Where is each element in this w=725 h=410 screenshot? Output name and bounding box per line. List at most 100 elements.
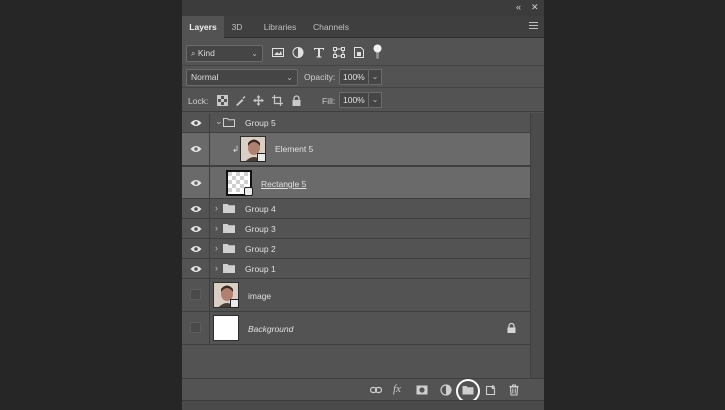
layer-name[interactable]: Group 4 (245, 204, 276, 214)
shape-layer-badge-icon (244, 187, 253, 196)
folder-icon (223, 264, 235, 273)
collapse-panel-button[interactable]: « (516, 2, 521, 12)
chevron-right-icon[interactable]: › (215, 263, 218, 273)
eye-icon (190, 225, 202, 232)
lock-position-icon[interactable] (253, 95, 264, 106)
adjustment-filter-icon[interactable] (292, 47, 304, 58)
chevron-right-icon[interactable]: › (215, 223, 218, 233)
eye-icon (190, 265, 202, 272)
shape-filter-icon[interactable] (333, 47, 345, 58)
layer-row[interactable]: ↲ Element 5 (182, 133, 530, 166)
layers-scrollbar[interactable] (530, 113, 544, 378)
chevron-down-icon[interactable]: ⌄ (215, 116, 223, 127)
visibility-toggle[interactable] (182, 199, 210, 218)
layer-name[interactable]: Group 2 (245, 244, 276, 254)
smart-object-badge-icon (257, 153, 266, 162)
lock-label: Lock: (188, 96, 209, 106)
eye-icon (190, 179, 202, 186)
lock-icon[interactable] (507, 323, 516, 333)
visibility-toggle[interactable] (182, 259, 210, 278)
layer-name[interactable]: Group 1 (245, 264, 276, 274)
layer-row[interactable]: ⌄ Group 5 (182, 113, 530, 133)
new-group-icon[interactable] (462, 384, 474, 396)
smart-object-badge-icon (230, 299, 239, 308)
tab-3d[interactable]: 3D (226, 16, 248, 38)
layer-row[interactable]: Rectangle 5 (182, 166, 530, 199)
clipping-mask-icon: ↲ (232, 144, 240, 154)
folder-icon (223, 204, 235, 213)
filter-toggle-icon[interactable] (373, 44, 382, 60)
type-filter-icon[interactable] (313, 47, 325, 58)
layer-name[interactable]: Background (248, 324, 293, 334)
hidden-visibility-box (190, 289, 201, 300)
search-icon: ⌕ (191, 49, 196, 58)
filter-kind-label: Kind (197, 48, 215, 58)
lock-transparent-pixels-icon[interactable] (217, 95, 228, 106)
layer-name[interactable]: image (248, 291, 271, 301)
panel-titlebar: « ✕ (182, 0, 544, 16)
fill-label: Fill: (322, 96, 336, 106)
pixel-filter-icon[interactable] (272, 47, 284, 58)
eye-icon (190, 205, 202, 212)
add-mask-icon[interactable] (416, 384, 428, 396)
folder-icon (223, 224, 235, 233)
layer-name[interactable]: Element 5 (275, 144, 313, 154)
opacity-slider-toggle[interactable]: ⌄ (369, 69, 382, 85)
panel-menu-icon[interactable] (529, 22, 538, 30)
delete-layer-icon[interactable] (508, 384, 520, 396)
smart-object-filter-icon[interactable] (353, 47, 365, 58)
layer-row[interactable]: › Group 4 (182, 199, 530, 219)
chevron-down-icon: ⌄ (286, 73, 293, 82)
layer-row[interactable]: image (182, 279, 530, 312)
tab-libraries[interactable]: Libraries (256, 16, 304, 38)
lock-artboard-icon[interactable] (272, 95, 283, 106)
chevron-right-icon[interactable]: › (215, 243, 218, 253)
opacity-label: Opacity: (304, 72, 336, 82)
hidden-visibility-box (190, 322, 201, 333)
layer-name[interactable]: Group 3 (245, 224, 276, 234)
new-layer-icon[interactable] (485, 384, 497, 396)
fx-icon[interactable]: fx (393, 383, 405, 395)
lock-image-pixels-icon[interactable] (235, 95, 246, 106)
opacity-input[interactable]: 100% (339, 69, 369, 85)
layer-row[interactable]: › Group 1 (182, 259, 530, 279)
visibility-toggle[interactable] (182, 279, 210, 311)
visibility-toggle[interactable] (182, 113, 210, 132)
eye-icon (190, 146, 202, 152)
link-layers-icon[interactable] (370, 384, 382, 396)
layers-panel: « ✕ Layers 3D Libraries Channels ⌕ Kind … (182, 0, 544, 410)
folder-icon (223, 118, 235, 127)
layer-row[interactable]: › Group 2 (182, 239, 530, 259)
folder-icon (223, 244, 235, 253)
chevron-down-icon: ⌄ (251, 49, 258, 58)
layer-row[interactable]: Background (182, 312, 530, 345)
eye-icon (190, 245, 202, 252)
layer-filter-row: ⌕ Kind ⌄ (182, 38, 544, 66)
layer-row[interactable]: › Group 3 (182, 219, 530, 239)
visibility-toggle[interactable] (182, 239, 210, 258)
blend-mode-value: Normal (191, 72, 219, 82)
lock-all-icon[interactable] (291, 95, 302, 106)
visibility-toggle[interactable] (182, 219, 210, 238)
visibility-toggle[interactable] (182, 133, 210, 165)
blend-mode-select[interactable]: Normal ⌄ (186, 69, 298, 86)
fill-slider-toggle[interactable]: ⌄ (369, 92, 382, 108)
close-panel-button[interactable]: ✕ (531, 2, 539, 13)
panel-bottom-edge (182, 400, 544, 410)
visibility-toggle[interactable] (182, 312, 210, 344)
layers-footer-toolbar: fx (182, 378, 544, 403)
visibility-toggle[interactable] (182, 167, 210, 198)
tab-channels[interactable]: Channels (310, 16, 352, 38)
adjustment-layer-icon[interactable] (440, 384, 452, 396)
panel-tabs: Layers 3D Libraries Channels (182, 16, 544, 38)
layer-name[interactable]: Rectangle 5 (261, 179, 306, 189)
tab-layers[interactable]: Layers (182, 16, 224, 38)
chevron-right-icon[interactable]: › (215, 203, 218, 213)
layer-thumbnail (213, 315, 239, 341)
fill-input[interactable]: 100% (339, 92, 369, 108)
layers-list: ⌄ Group 5 ↲ Element 5 Rectangle 5 › Grou… (182, 113, 530, 345)
blend-row: Normal ⌄ Opacity: 100% ⌄ (182, 66, 544, 88)
eye-icon (190, 119, 202, 126)
filter-kind-select[interactable]: ⌕ Kind ⌄ (186, 45, 263, 62)
layer-name[interactable]: Group 5 (245, 118, 276, 128)
